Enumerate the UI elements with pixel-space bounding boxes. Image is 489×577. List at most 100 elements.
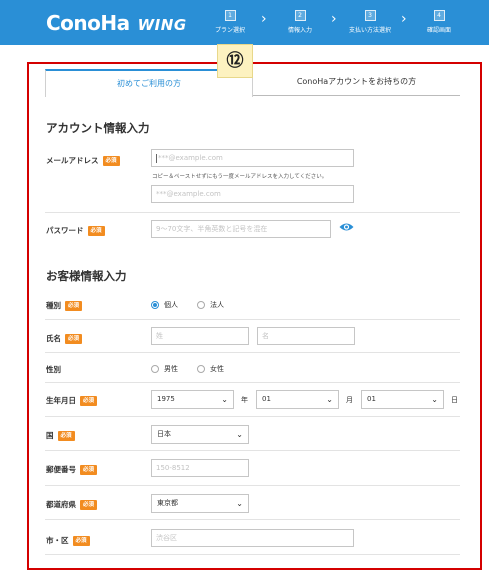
annotation-badge: ⑫ [217,44,253,78]
password-field[interactable]: 9〜70文字、半角英数と記号を混在 [151,220,331,238]
step-plan: 1 プラン選択 [202,10,258,34]
radio-male[interactable]: 男性 [151,364,178,374]
step-number: 4 [433,10,445,21]
radio-checked-icon [151,301,159,309]
gender-label-text: 性別 [46,365,61,374]
radio-label: 法人 [210,301,224,309]
last-name-field[interactable]: 姓 [151,327,249,345]
divider [45,352,460,353]
email-confirm-field[interactable]: ***@example.com [151,185,354,203]
prefecture-select[interactable]: 東京都 ⌄ [151,494,249,513]
step-number: 1 [224,10,236,21]
prefecture-label: 都道府県 必須 [46,499,98,510]
step-number: 3 [364,10,376,21]
name-label: 氏名 必須 [46,333,83,344]
step-label: 確認画面 [426,27,451,34]
name-label-text: 氏名 [46,334,61,343]
tab-has-account[interactable]: ConoHaアカウントをお持ちの方 [253,69,460,96]
required-badge: 必須 [80,395,98,406]
divider [45,319,460,320]
account-section-title: アカウント情報入力 [46,121,150,135]
email-note: コピー＆ペーストせずにもう一度メールアドレスを入力してください。 [152,174,328,180]
prefecture-value: 東京都 [157,499,178,507]
type-label-text: 種別 [46,301,61,310]
required-badge: 必須 [65,300,83,311]
gender-label: 性別 [46,364,61,375]
country-label: 国 必須 [46,430,75,441]
postal-code-field[interactable]: 150-8512 [151,459,249,477]
required-badge: 必須 [80,499,98,510]
divider [45,416,460,417]
chevron-down-icon: ⌄ [221,395,228,404]
radio-corporation[interactable]: 法人 [197,300,224,310]
birth-month-value: 01 [262,395,271,403]
step-label: 支払い方法選択 [348,27,391,34]
birthdate-label: 生年月日 必須 [46,395,98,406]
prefecture-label-text: 都道府県 [46,500,76,509]
divider [45,382,460,383]
chevron-down-icon: ⌄ [236,430,243,439]
step-number: 2 [294,10,306,21]
day-unit: 日 [451,396,458,404]
required-badge: 必須 [87,225,105,236]
required-badge: 必須 [65,333,83,344]
divider [45,212,460,213]
step-label: 情報入力 [287,27,312,34]
radio-label: 個人 [164,301,178,309]
required-badge: 必須 [57,430,75,441]
step-info: 2 情報入力 [272,10,328,34]
radio-unchecked-icon [151,365,159,373]
birthdate-label-text: 生年月日 [46,396,76,405]
birth-year-select[interactable]: 1975 ⌄ [151,390,234,409]
required-badge: 必須 [102,155,120,166]
radio-individual[interactable]: 個人 [151,300,178,310]
chevron-right-icon: › [261,11,267,27]
year-unit: 年 [241,396,248,404]
city-label-text: 市・区 [46,536,69,545]
chevron-down-icon: ⌄ [236,499,243,508]
divider [45,450,460,451]
step-payment: 3 支払い方法選択 [342,10,398,34]
step-label: プラン選択 [214,27,245,34]
divider [45,554,460,555]
customer-section-title: お客様情報入力 [46,269,127,283]
divider [45,519,460,520]
birth-day-value: 01 [367,395,376,403]
month-unit: 月 [346,396,353,404]
step-confirm: 4 確認画面 [411,10,467,34]
radio-female[interactable]: 女性 [197,364,224,374]
city-label: 市・区 必須 [46,535,90,546]
top-header: ConoHa WING 1 プラン選択 › 2 情報入力 › 3 支払い方法選択… [0,0,489,45]
country-value: 日本 [157,430,171,438]
chevron-right-icon: › [331,11,337,27]
city-field[interactable]: 渋谷区 [151,529,354,547]
logo-main-text: ConoHa [46,11,130,35]
chevron-down-icon: ⌄ [326,395,333,404]
postal-label: 郵便番号 必須 [46,464,98,475]
text-caret [156,153,157,163]
country-label-text: 国 [46,431,54,440]
divider [45,485,460,486]
radio-unchecked-icon [197,365,205,373]
first-name-field[interactable]: 名 [257,327,355,345]
email-label: メールアドレス 必須 [46,155,120,166]
highlight-frame [27,62,482,570]
type-label: 種別 必須 [46,300,83,311]
conoha-wing-logo[interactable]: ConoHa WING [46,11,187,35]
birth-year-value: 1975 [157,395,175,403]
birth-month-select[interactable]: 01 ⌄ [256,390,339,409]
birth-day-select[interactable]: 01 ⌄ [361,390,444,409]
postal-label-text: 郵便番号 [46,465,76,474]
email-label-text: メールアドレス [46,156,99,165]
country-select[interactable]: 日本 ⌄ [151,425,249,444]
chevron-down-icon: ⌄ [431,395,438,404]
email-field[interactable]: ***@example.com [151,149,354,167]
password-label: パスワード 必須 [46,225,105,236]
logo-sub-text: WING [137,16,187,34]
eye-icon[interactable] [339,222,354,232]
radio-label: 女性 [210,365,224,373]
chevron-right-icon: › [401,11,407,27]
radio-label: 男性 [164,365,178,373]
required-badge: 必須 [72,535,90,546]
required-badge: 必須 [80,464,98,475]
